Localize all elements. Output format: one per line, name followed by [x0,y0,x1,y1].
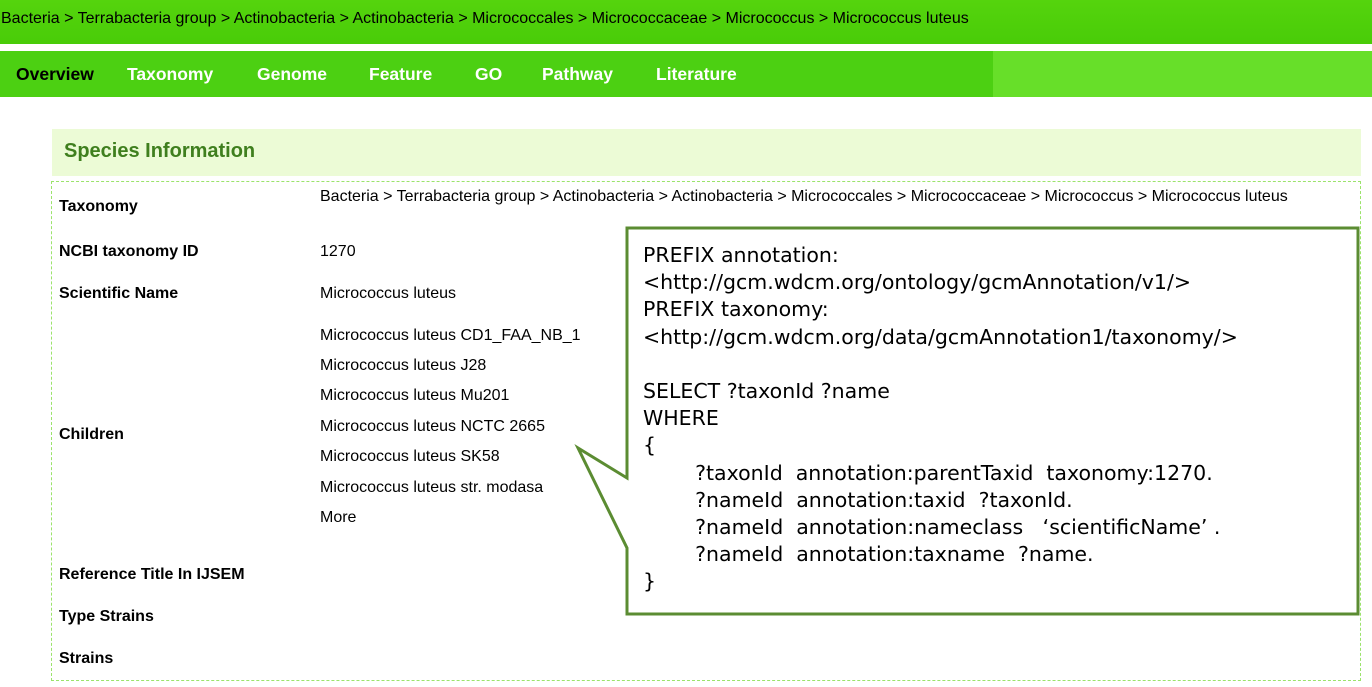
sparql-line: PREFIX annotation: [643,243,839,267]
ncbi-taxonomy-id-label: NCBI taxonomy ID [59,243,199,260]
sparql-line: PREFIX taxonomy: [643,297,829,322]
section-title: Species Information [64,140,256,162]
sparql-line: { [643,433,657,458]
breadcrumb: Bacteria > Terrabacteria group > Actinob… [0,0,1372,44]
tab-go[interactable]: GO [475,51,502,97]
taxonomy-label: Taxonomy [59,198,138,215]
children-more-link[interactable]: More [320,509,356,527]
sparql-line: ?nameId annotation:nameclass ‘scientific… [643,514,1221,539]
children-label: Children [59,426,124,443]
tab-genome[interactable]: Genome [257,51,327,97]
tab-overview[interactable]: Overview [16,51,94,97]
sparql-query-text: PREFIX annotation: <http://gcm.wdcm.org/… [643,242,1343,595]
tab-taxonomy[interactable]: Taxonomy [127,51,213,97]
child-link[interactable]: Micrococcus luteus SK58 [320,448,500,466]
tab-literature[interactable]: Literature [656,51,737,97]
nav-bar-light-section [993,51,1372,97]
taxonomy-lineage: Bacteria > Terrabacteria group > Actinob… [320,188,1288,205]
child-link[interactable]: Micrococcus luteus J28 [320,357,486,375]
main-nav: Overview Taxonomy Genome Feature GO Path… [0,51,1372,97]
tab-feature[interactable]: Feature [369,51,432,97]
sparql-line: ?nameId annotation:taxname ?name. [643,542,1094,567]
sparql-line: ?nameId annotation:taxid ?taxonId. [643,487,1073,512]
child-link[interactable]: Micrococcus luteus Mu201 [320,387,509,405]
scientific-name-value: Micrococcus luteus [320,285,457,302]
child-link[interactable]: Micrococcus luteus NCTC 2665 [320,418,545,436]
strains-label: Strains [59,650,114,667]
sparql-line: SELECT ?taxonId ?name [643,378,890,403]
sparql-line: <http://gcm.wdcm.org/ontology/gcmAnnotat… [643,270,1192,295]
sparql-line: ?taxonId annotation:parentTaxid taxonomy… [643,460,1213,485]
child-link[interactable]: Micrococcus luteus str. modasa [320,479,543,497]
sparql-line: } [643,569,657,594]
child-link[interactable]: Micrococcus luteus CD1_FAA_NB_1 [320,327,581,345]
tab-pathway[interactable]: Pathway [542,51,613,97]
sparql-line [643,351,1343,378]
sparql-line: WHERE [643,406,719,431]
scientific-name-label: Scientific Name [59,285,179,302]
reference-title-label: Reference Title In IJSEM [59,566,245,583]
ncbi-taxonomy-id-value: 1270 [320,243,356,260]
sparql-line: <http://gcm.wdcm.org/data/gcmAnnotation1… [643,324,1238,349]
type-strains-label: Type Strains [59,608,154,625]
